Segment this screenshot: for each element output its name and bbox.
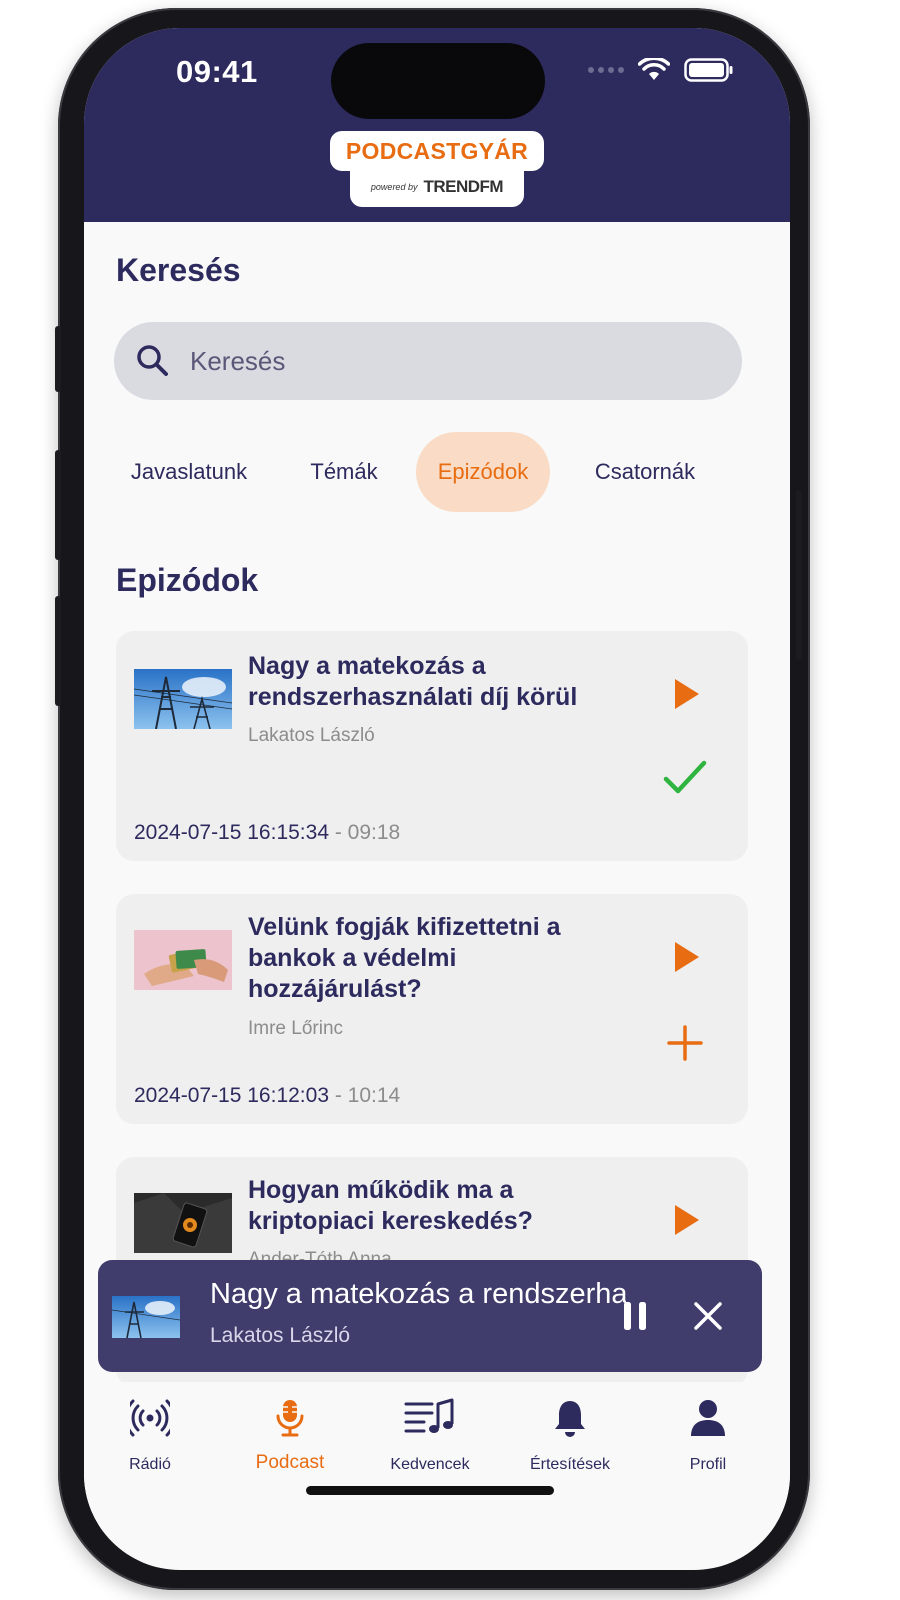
play-icon[interactable] <box>672 1203 702 1237</box>
nav-item-podcast[interactable]: Podcast <box>225 1382 355 1492</box>
episode-thumbnail <box>134 1193 232 1253</box>
bell-icon <box>555 1401 585 1437</box>
now-playing-thumbnail <box>112 1296 180 1338</box>
episode-author: Lakatos László <box>248 725 375 746</box>
episode-date: 2024-07-15 16:12:03 - 10:14 <box>134 1084 400 1108</box>
tab-csatornak[interactable]: Csatornák <box>572 432 718 512</box>
episode-title: Nagy a matekozás a rendszerhasználati dí… <box>248 652 578 711</box>
mute-switch <box>55 326 61 392</box>
user-icon <box>691 1400 725 1436</box>
status-time: 09:41 <box>176 54 258 89</box>
episode-date: 2024-07-15 16:15:34 - 09:18 <box>134 821 400 845</box>
plus-icon[interactable] <box>666 1024 704 1062</box>
volume-up-button <box>55 450 61 560</box>
wifi-icon <box>638 58 670 80</box>
episode-thumbnail <box>134 669 232 729</box>
section-title-episodes: Epizódok <box>116 562 259 598</box>
partner-wordmark: TRENDFM <box>423 177 504 196</box>
close-icon[interactable] <box>692 1300 724 1332</box>
tab-javaslatunk[interactable]: Javaslatunk <box>114 432 264 512</box>
volume-down-button <box>55 596 61 706</box>
nav-label-favorites: Kedvencek <box>390 1456 470 1473</box>
home-indicator <box>306 1486 554 1495</box>
play-icon[interactable] <box>672 940 702 974</box>
powered-by-label: powered by <box>370 182 418 192</box>
bottom-navigation: Rádió Podcast Kedvencek Értesítések Prof… <box>84 1382 790 1532</box>
nav-item-favorites[interactable]: Kedvencek <box>365 1382 495 1492</box>
status-icons <box>588 58 734 82</box>
nav-item-notifications[interactable]: Értesítések <box>505 1382 635 1492</box>
power-button <box>796 490 802 660</box>
search-input[interactable] <box>190 345 710 377</box>
app-header: 09:41 PODCASTGYÁR powered by TRENDFM <box>84 28 790 222</box>
app-logo: PODCASTGYÁR powered by TRENDFM <box>330 131 544 207</box>
episode-card[interactable]: Nagy a matekozás a rendszerhasználati dí… <box>116 631 748 861</box>
nav-item-profile[interactable]: Profil <box>643 1382 773 1492</box>
page-title: Keresés <box>116 252 241 288</box>
now-playing-author: Lakatos László <box>210 1324 351 1347</box>
pause-icon[interactable] <box>620 1300 650 1332</box>
episode-title: Velünk fogják kifizettetni a bankok a vé… <box>248 913 561 1003</box>
radio-broadcast-icon <box>130 1399 170 1437</box>
episode-datetime: 2024-07-15 16:12:03 <box>134 1084 329 1107</box>
date-separator: - <box>329 821 348 844</box>
tab-temak[interactable]: Témák <box>294 432 394 512</box>
playlist-music-icon <box>404 1398 454 1433</box>
nav-item-radio[interactable]: Rádió <box>85 1382 215 1492</box>
dynamic-island <box>331 43 545 119</box>
battery-icon <box>684 58 733 82</box>
microphone-icon <box>276 1400 304 1437</box>
episode-datetime: 2024-07-15 16:15:34 <box>134 821 329 844</box>
search-icon <box>137 345 168 376</box>
nav-label-profile: Profil <box>689 1456 727 1473</box>
check-icon[interactable] <box>662 757 708 797</box>
app-screen: 09:41 PODCASTGYÁR powered by TRENDFM Ker… <box>84 28 790 1570</box>
nav-label-radio: Rádió <box>129 1456 171 1473</box>
episode-card[interactable]: Velünk fogják kifizettetni a bankok a vé… <box>116 894 748 1124</box>
now-playing-title: Nagy a matekozás a rendszerhasználati dí… <box>210 1278 626 1310</box>
nav-label-notifications: Értesítések <box>529 1456 611 1473</box>
now-playing-bar[interactable]: Nagy a matekozás a rendszerhasználati dí… <box>98 1260 762 1372</box>
episode-title: Hogyan működik ma a kriptopiaci keresked… <box>248 1176 533 1235</box>
nav-label-podcast: Podcast <box>255 1452 325 1473</box>
episode-thumbnail <box>134 930 232 990</box>
partner-logo: powered by TRENDFM <box>350 167 524 207</box>
filter-tabs: Javaslatunk Témák Epizódok Csatornák <box>114 432 754 512</box>
search-bar[interactable] <box>114 322 742 400</box>
logo-wordmark: PODCASTGYÁR <box>330 131 544 171</box>
play-icon[interactable] <box>672 677 702 711</box>
tab-epizodok[interactable]: Epizódok <box>416 432 550 512</box>
signal-icon <box>588 67 624 73</box>
episode-duration: 10:14 <box>347 1084 401 1107</box>
date-separator: - <box>329 1084 348 1107</box>
main-content: Keresés Javaslatunk Témák Epizódok Csato… <box>84 222 790 1570</box>
episode-author: Imre Lőrinc <box>248 1018 344 1039</box>
episode-duration: 09:18 <box>347 821 401 844</box>
